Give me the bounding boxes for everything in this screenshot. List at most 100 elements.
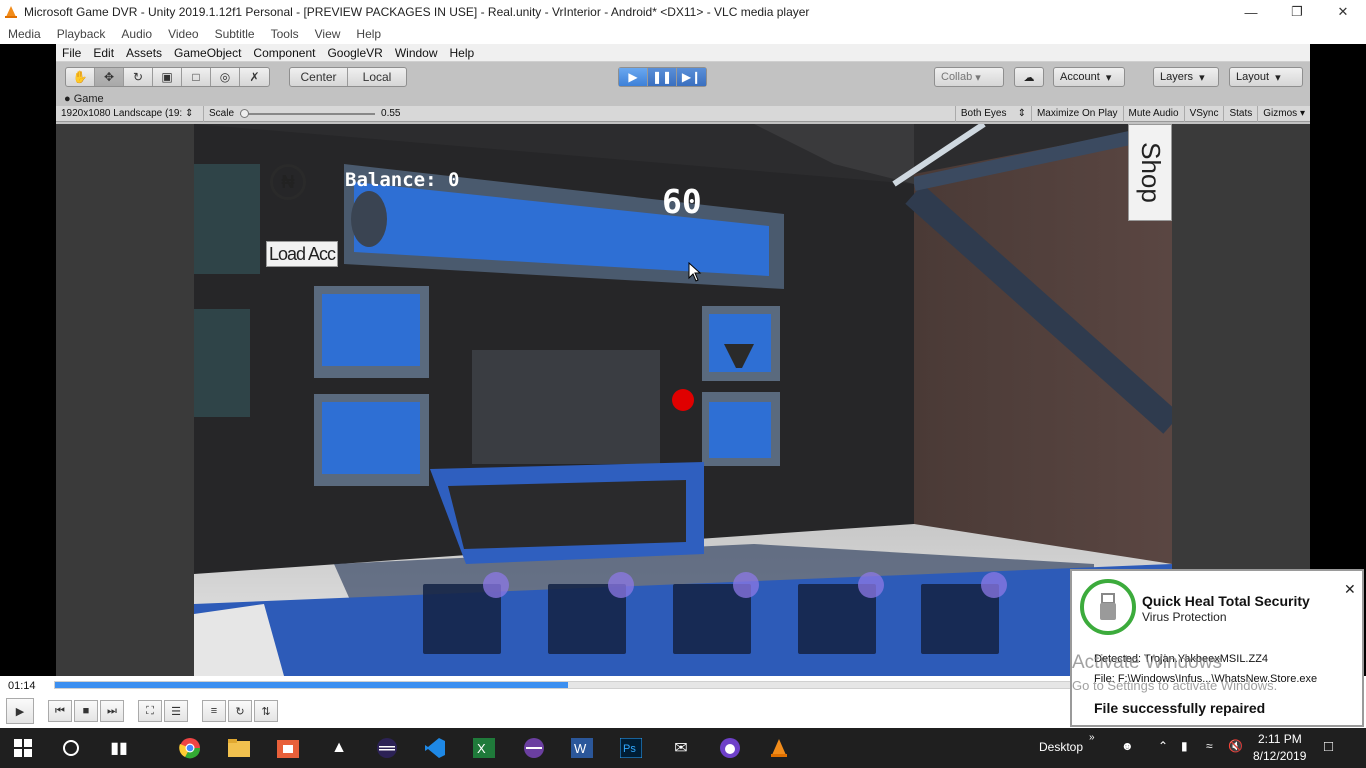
menu-view[interactable]: View xyxy=(307,27,349,41)
collab-label: Collab xyxy=(941,71,973,83)
minimize-button[interactable]: — xyxy=(1228,0,1274,24)
close-button[interactable]: ✕ xyxy=(1320,0,1366,24)
desktop-toolbar-label[interactable]: Desktop xyxy=(1039,740,1083,754)
file-explorer-icon[interactable] xyxy=(224,733,254,763)
menu-tools[interactable]: Tools xyxy=(263,27,307,41)
fullscreen-icon: ⛶ xyxy=(146,704,154,717)
menu-subtitle[interactable]: Subtitle xyxy=(207,27,263,41)
mail-icon[interactable]: ✉ xyxy=(666,733,696,763)
stats-toggle: Stats xyxy=(1224,105,1259,122)
notification-title: Quick Heal Total Security xyxy=(1142,593,1310,609)
rect-tool-icon: □ xyxy=(182,68,211,86)
game-view-bar: 1920x1080 Landscape (19: ⇕ Scale 0.55 Bo… xyxy=(56,105,1310,122)
slot-4-indicator xyxy=(858,572,884,598)
restore-button[interactable]: ❐ xyxy=(1274,0,1320,24)
layers-dropdown: Layers ▾ xyxy=(1153,67,1219,87)
mouse-cursor-icon xyxy=(688,262,702,282)
previous-button[interactable]: ⏮ xyxy=(48,700,72,722)
scale-value: 0.55 xyxy=(381,108,401,119)
window-title: Microsoft Game DVR - Unity 2019.1.12f1 P… xyxy=(24,5,810,19)
vsync-label: VSync xyxy=(1189,108,1219,119)
menu-media[interactable]: Media xyxy=(0,27,49,41)
loop-button[interactable]: ↻ xyxy=(228,700,252,722)
unity-menu-window: Window xyxy=(394,45,438,60)
svg-text:W: W xyxy=(574,741,587,756)
unity-play-icon: ▶ xyxy=(619,68,648,86)
slot-2-indicator xyxy=(608,572,634,598)
stop-button[interactable]: ■ xyxy=(74,700,98,722)
playlist-button[interactable]: ≡ xyxy=(202,700,226,722)
maximize-on-play-label: Maximize On Play xyxy=(1036,108,1118,119)
vscode-icon[interactable] xyxy=(420,733,450,763)
notification-close-icon[interactable]: ✕ xyxy=(1344,581,1356,598)
photoshop-icon[interactable]: Ps xyxy=(616,733,646,763)
layout-label: Layout xyxy=(1236,71,1270,83)
scale-slider-knob xyxy=(240,108,250,118)
slot-3-indicator xyxy=(733,572,759,598)
collab-dropdown: Collab ▾ xyxy=(934,67,1004,87)
move-tool-icon: ✥ xyxy=(95,68,124,86)
maximize-on-play-toggle: Maximize On Play xyxy=(1032,105,1124,122)
vlc-cone-icon xyxy=(5,6,17,18)
custom-tool-icon: ✗ xyxy=(249,70,260,84)
next-button[interactable]: ⏭ xyxy=(100,700,124,722)
action-center-icon[interactable]: □ xyxy=(1324,738,1333,755)
store-app-icon[interactable] xyxy=(273,733,303,763)
unity-menu-bar: File Edit Assets GameObject Component Go… xyxy=(56,44,1310,62)
quick-heal-logo-icon xyxy=(1080,579,1136,635)
battery-icon[interactable]: ▮ xyxy=(1181,739,1188,753)
unity-menu-gameobject: GameObject xyxy=(174,45,242,60)
vlc-menu-bar: Media Playback Audio Video Subtitle Tool… xyxy=(0,24,1366,44)
next-icon: ⏭ xyxy=(107,704,117,717)
menu-audio[interactable]: Audio xyxy=(113,27,160,41)
shop-label: Shop xyxy=(1135,142,1166,203)
eclipse-icon[interactable] xyxy=(372,733,402,763)
game-scene: ₦ Balance: 0 60 Load Acc Shop xyxy=(194,124,1181,676)
play-icon: ▶ xyxy=(15,705,25,718)
menu-playback[interactable]: Playback xyxy=(49,27,114,41)
menu-video[interactable]: Video xyxy=(160,27,206,41)
task-view-icon[interactable]: ▮▮ xyxy=(104,733,134,763)
visual-studio-icon[interactable] xyxy=(519,733,549,763)
unity-menu-edit: Edit xyxy=(93,45,115,60)
balance-text: Balance: 0 xyxy=(345,169,460,191)
excel-icon[interactable]: X xyxy=(469,733,499,763)
vlc-taskbar-icon[interactable] xyxy=(764,733,794,763)
volume-muted-icon[interactable]: 🔇 xyxy=(1228,739,1243,753)
usb-drive-icon xyxy=(1100,593,1116,620)
timer-text: 60 xyxy=(662,182,702,221)
vlc-title-bar: Microsoft Game DVR - Unity 2019.1.12f1 P… xyxy=(0,0,1366,24)
clock-time[interactable]: 2:11 PM xyxy=(1258,732,1302,746)
previous-icon: ⏮ xyxy=(55,704,65,717)
notification-subtitle: Virus Protection xyxy=(1142,610,1227,624)
github-desktop-icon[interactable] xyxy=(715,733,745,763)
chrome-icon[interactable] xyxy=(175,733,205,763)
activate-windows-title: Activate Windows xyxy=(1072,652,1222,673)
unity-app-icon[interactable]: ▲ xyxy=(324,733,354,763)
pivot-center-label: Center xyxy=(300,70,337,84)
clock-date[interactable]: 8/12/2019 xyxy=(1253,749,1306,763)
shuffle-button[interactable]: ⇅ xyxy=(254,700,278,722)
fullscreen-button[interactable]: ⛶ xyxy=(138,700,162,722)
play-button[interactable]: ▶ xyxy=(6,698,34,724)
extended-settings-button[interactable]: ☰ xyxy=(164,700,188,722)
svg-text:X: X xyxy=(477,741,486,756)
people-icon[interactable]: ☻ xyxy=(1121,739,1134,753)
pivot-center-button: Center xyxy=(290,68,348,86)
toolbar-expand-icon[interactable]: » xyxy=(1089,732,1095,743)
shop-button: Shop xyxy=(1128,124,1172,221)
menu-help[interactable]: Help xyxy=(348,27,389,41)
quick-heal-notification: Quick Heal Total Security Virus Protecti… xyxy=(1070,569,1364,727)
tray-chevron-up-icon[interactable]: ⌃ xyxy=(1158,739,1168,753)
windows-start-icon[interactable] xyxy=(8,733,38,763)
pivot-local-button: Local xyxy=(348,68,406,86)
svg-text:Ps: Ps xyxy=(623,743,636,755)
scale-slider xyxy=(240,108,376,118)
play-controls: ▶ ❚❚ ▶❙ xyxy=(618,67,707,87)
cortana-search-icon[interactable] xyxy=(56,733,86,763)
gizmos-label: Gizmos xyxy=(1263,108,1298,119)
hand-tool-icon: ✋ xyxy=(66,68,95,86)
word-icon[interactable]: W xyxy=(567,733,597,763)
unity-menu-component: Component xyxy=(253,45,316,60)
wifi-icon[interactable]: ≈ xyxy=(1206,739,1213,753)
